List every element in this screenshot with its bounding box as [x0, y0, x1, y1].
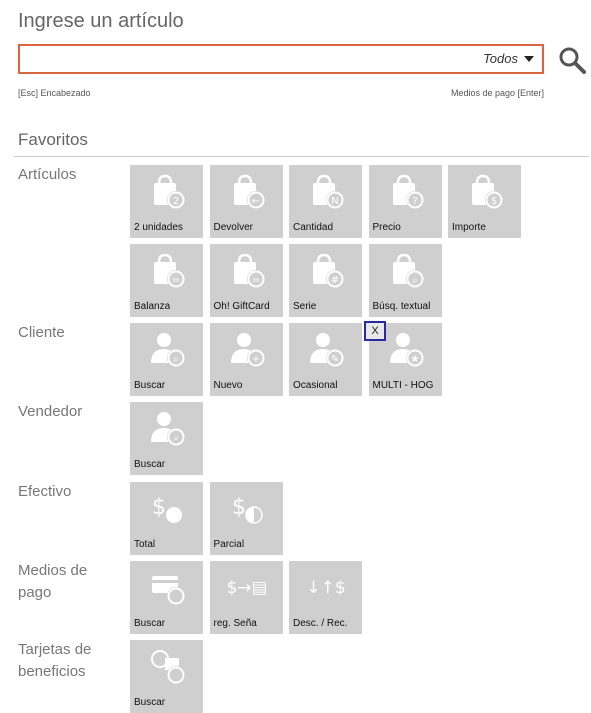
- svg-text:←: ←: [251, 196, 259, 207]
- category-tarjetas: Tarjetas de beneficios: [18, 641, 92, 680]
- svg-text:⌕: ⌕: [173, 354, 179, 365]
- favorites-title: Favoritos: [18, 130, 88, 149]
- svg-text:⌕: ⌕: [412, 275, 418, 286]
- page-title: Ingrese un artículo: [18, 10, 184, 32]
- filter-dropdown[interactable]: Todos: [483, 51, 534, 66]
- payment-methods-hint[interactable]: Medios de pago [Enter]: [451, 88, 544, 98]
- category-medios-pago: Medios de pago: [18, 562, 88, 601]
- svg-text:=: =: [172, 275, 180, 286]
- tile-vendedor-0[interactable]: ⌕ Buscar: [130, 402, 203, 475]
- tile-label: Serie: [293, 301, 317, 312]
- tile-label: Ocasional: [293, 380, 338, 391]
- tile-articulos-8[interactable]: ⌕ Búsq. textual: [368, 244, 442, 317]
- category-vendedor: Vendedor: [18, 403, 83, 420]
- chevron-down-icon: [524, 55, 534, 62]
- tile-tarjetas-0[interactable]: Buscar: [130, 640, 203, 713]
- tile-label: Nuevo: [213, 380, 243, 391]
- divider: [14, 156, 589, 157]
- tile-articulos-3[interactable]: ? Precio: [368, 165, 442, 238]
- category-articulos: Artículos: [18, 166, 77, 183]
- svg-text:$→▤: $→▤: [227, 578, 267, 598]
- tile-label: Buscar: [134, 380, 166, 391]
- tile-label: 2 unidades: [134, 222, 183, 233]
- tile-articulos-7[interactable]: # Serie: [289, 244, 362, 317]
- svg-text:#: #: [331, 275, 339, 286]
- tile-label: Desc. / Rec.: [293, 618, 348, 629]
- svg-text:$: $: [491, 196, 497, 207]
- tile-label: Parcial: [213, 539, 245, 550]
- svg-text:=: =: [251, 275, 259, 286]
- tile-label: Búsq. textual: [372, 301, 431, 312]
- svg-text:N: N: [331, 196, 338, 207]
- svg-text:⌕: ⌕: [173, 433, 179, 444]
- article-search-input[interactable]: Todos: [18, 44, 544, 74]
- svg-text:$: $: [232, 495, 246, 520]
- svg-text:2: 2: [173, 196, 179, 207]
- tile-articulos-0[interactable]: 2 2 unidades: [130, 165, 203, 238]
- tile-medios-pago-2[interactable]: ↓↑$ Desc. / Rec.: [289, 561, 362, 634]
- category-efectivo: Efectivo: [18, 483, 72, 500]
- svg-text:↓↑$: ↓↑$: [306, 578, 345, 598]
- tile-medios-pago-0[interactable]: Buscar: [130, 561, 203, 634]
- tile-label: Buscar: [134, 618, 166, 629]
- svg-text:$: $: [152, 495, 166, 520]
- tile-label: Oh! GiftCard: [213, 301, 270, 312]
- tile-cliente-1[interactable]: + Nuevo: [209, 323, 283, 396]
- tile-articulos-1[interactable]: ← Devolver: [209, 165, 283, 238]
- tile-label: Precio: [372, 222, 401, 233]
- tile-label: Cantidad: [293, 222, 334, 233]
- tile-label: Total: [134, 539, 156, 550]
- close-badge[interactable]: X: [364, 321, 386, 341]
- svg-text:+: +: [251, 354, 259, 365]
- tile-label: Buscar: [134, 459, 166, 470]
- tile-label: MULTI - HOG: [372, 380, 434, 391]
- tile-label: Importe: [452, 222, 486, 233]
- svg-text:?: ?: [412, 196, 417, 207]
- tile-efectivo-1[interactable]: $ Parcial: [209, 482, 283, 555]
- category-cliente: Cliente: [18, 324, 65, 341]
- tile-articulos-2[interactable]: N Cantidad: [289, 165, 362, 238]
- tile-cliente-2[interactable]: ✎ Ocasional: [289, 323, 362, 396]
- tile-cliente-0[interactable]: ⌕ Buscar: [130, 323, 203, 396]
- tile-efectivo-0[interactable]: $ Total: [130, 482, 203, 555]
- tile-articulos-6[interactable]: = Oh! GiftCard: [209, 244, 283, 317]
- tile-label: reg. Seña: [213, 618, 257, 629]
- tile-label: Balanza: [134, 301, 171, 312]
- svg-text:✎: ✎: [331, 354, 339, 365]
- svg-text:★: ★: [410, 354, 419, 365]
- tile-articulos-5[interactable]: = Balanza: [130, 244, 203, 317]
- tile-articulos-4[interactable]: $ Importe: [448, 165, 521, 238]
- tile-medios-pago-1[interactable]: $→▤ reg. Seña: [209, 561, 283, 634]
- filter-dropdown-label: Todos: [483, 51, 518, 66]
- esc-header-hint[interactable]: [Esc] Encabezado: [18, 88, 91, 98]
- search-icon[interactable]: [558, 46, 586, 74]
- tile-label: Buscar: [134, 697, 166, 708]
- tile-label: Devolver: [213, 222, 253, 233]
